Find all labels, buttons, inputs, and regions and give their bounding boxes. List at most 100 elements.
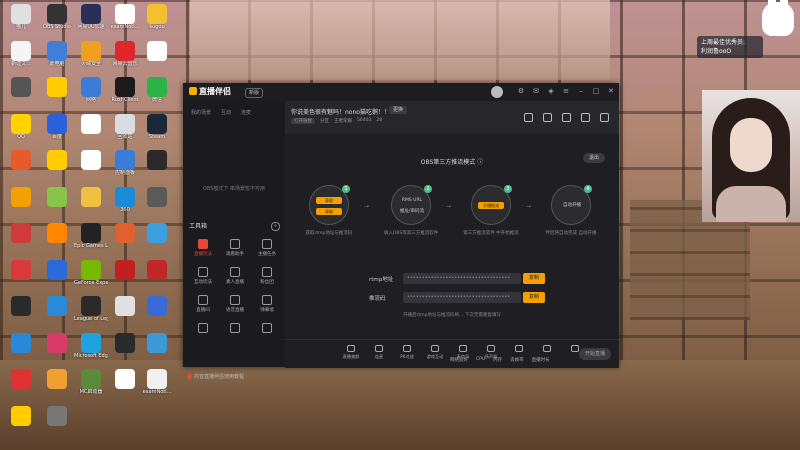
exit-obs-mode-button[interactable]: 退出 [583,153,605,163]
desktop-icon[interactable] [4,369,38,389]
bottom-tool[interactable]: 游戏互动 [421,345,449,360]
desktop-icon[interactable]: Epic Games Launcher [74,223,108,249]
desktop-icon[interactable] [108,223,142,243]
desktop-icon[interactable] [40,369,74,389]
desktop-icon[interactable] [4,296,38,316]
desktop-icon[interactable]: 控制面板 [108,150,142,176]
desktop-icon[interactable]: 新建文... [4,40,38,67]
desktop-icon[interactable] [140,223,174,243]
desktop-icon[interactable] [108,369,142,389]
bottom-tool[interactable] [533,345,561,354]
desktop-icon[interactable]: 猫儿 [4,4,38,30]
desktop-icon[interactable]: 网易UU加速 [74,4,108,30]
tab-linkmic[interactable]: 连麦 [241,109,251,116]
desktop-icon[interactable]: 网络 [74,77,108,103]
desktop-icon[interactable] [40,405,74,426]
desktop-icon[interactable] [40,332,74,353]
message-icon[interactable]: ✉ [532,87,540,95]
bottom-tool[interactable]: PK对战 [393,345,421,360]
desktop-icon[interactable]: 火绒安全 [74,40,108,67]
share-icon[interactable] [600,113,609,122]
desktop-icon[interactable] [4,186,38,207]
desktop-icon[interactable] [74,150,108,170]
desktop-icon[interactable]: 回收站 [108,113,142,140]
desktop-icon[interactable] [108,296,142,316]
menu-icon[interactable]: ≡ [562,87,570,95]
tutorial-link[interactable]: 抖音直播伴侣使用教程 [187,373,244,380]
desktop-icon[interactable]: Rust Client [108,77,142,103]
desktop-icon[interactable] [140,332,174,353]
desktop-icon[interactable] [40,150,74,170]
desktop-icon[interactable] [40,186,74,207]
bottom-tool[interactable] [505,345,533,354]
desktop-icon[interactable]: QQ [4,113,38,140]
tool-item[interactable]: 弹幕墙 [251,295,283,313]
close-icon[interactable]: ✕ [607,87,615,95]
tool-item[interactable]: 互动玩法 [187,267,219,285]
tab-interaction[interactable]: 互动 [221,109,231,116]
room-edit-button[interactable]: 更换 [389,106,408,114]
copy-key-button[interactable]: 复制 [523,292,545,303]
desktop-icon[interactable]: MC启动器 [74,369,108,395]
desktop-icon[interactable]: GeForce Experience [74,259,108,286]
desktop-icon[interactable]: examNoti... [108,4,142,30]
tool-item[interactable]: 观看助手 [219,239,251,257]
settings-icon[interactable]: ⚙ [517,87,525,95]
desktop-icon[interactable]: kugou [140,4,174,30]
desktop-icon[interactable] [4,332,38,353]
desktop-icon[interactable] [108,259,142,280]
tab-scenes[interactable]: 我的场景 [191,109,211,116]
desktop-icon[interactable]: examNoti... [140,369,174,395]
desktop-icon[interactable] [74,113,108,134]
minimize-icon[interactable]: – [577,87,585,95]
desktop-icon[interactable]: 网易云音乐 [108,40,142,67]
desktop-icon[interactable]: 百度 [40,113,74,140]
desktop-icon[interactable]: Microsoft Edge [74,332,108,359]
bell-icon[interactable] [581,113,590,122]
skin-icon[interactable]: ◈ [547,87,555,95]
toolbox-add-icon[interactable]: + [271,222,280,231]
desktop-icon[interactable] [40,223,74,243]
desktop-icon[interactable] [4,405,38,426]
desktop-icon[interactable] [4,223,38,243]
meta-link[interactable]: 打开链接 [291,118,315,124]
tool-item[interactable] [251,323,283,335]
desktop-icon[interactable] [140,150,174,170]
desktop-icon[interactable] [140,296,174,316]
desktop-icon[interactable] [40,77,74,97]
desktop-icon[interactable] [140,259,174,280]
bag-icon[interactable] [562,113,571,122]
desktop-icon[interactable] [140,186,174,207]
desktop-icon[interactable] [140,40,174,61]
user-avatar[interactable] [491,86,503,98]
stream-key-field[interactable]: ••••••••••••••••••••••••••••••••••• [403,292,521,303]
tool-item[interactable]: 素人直播 [219,267,251,285]
desktop-icon[interactable]: 此电脑 [40,40,74,67]
lock-icon[interactable] [543,113,552,122]
bottom-tool[interactable] [561,345,589,354]
tool-item[interactable]: 粉丝团 [251,267,283,285]
desktop-icon[interactable] [40,296,74,316]
bottom-tool[interactable]: 连麦 [365,345,393,360]
bottom-tool[interactable]: 直播美颜 [337,345,365,360]
rtmp-field[interactable]: ••••••••••••••••••••••••••••••••••• [403,273,521,284]
tool-item[interactable]: 主播任务 [251,239,283,257]
gift-icon[interactable] [524,113,533,122]
desktop-icon[interactable] [4,150,38,170]
desktop-icon[interactable] [74,186,108,207]
tool-item[interactable] [187,323,219,335]
tool-item[interactable]: 语音直播 [219,295,251,313]
tool-item[interactable]: 直播间 [187,295,219,313]
tool-item[interactable] [219,323,251,335]
desktop-icon[interactable] [40,259,74,280]
desktop-icon[interactable]: 360 [108,186,142,213]
tool-item[interactable]: 直播玩法 [187,239,219,257]
desktop-icon[interactable]: Steam [140,113,174,140]
desktop-icon[interactable] [108,332,142,353]
desktop-icon[interactable]: League of Legends [74,296,108,322]
desktop-icon[interactable] [4,77,38,97]
desktop-icon[interactable] [4,259,38,280]
desktop-icon[interactable]: 微信 [140,77,174,103]
maximize-icon[interactable]: □ [592,87,600,95]
copy-rtmp-button[interactable]: 复制 [523,273,545,284]
